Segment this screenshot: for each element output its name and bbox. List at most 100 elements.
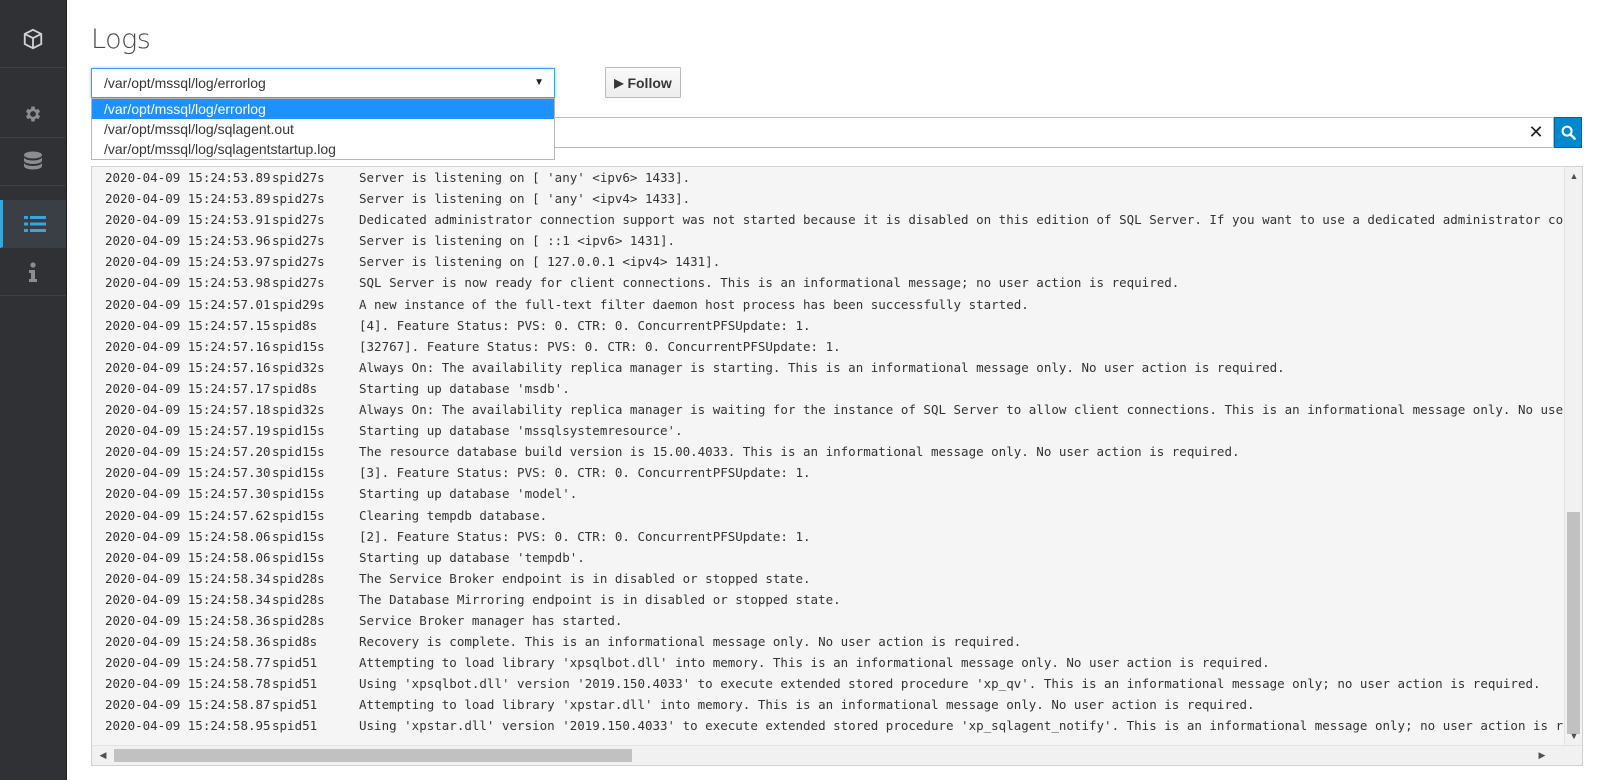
log-file-option[interactable]: /var/opt/mssql/log/errorlog xyxy=(92,99,554,119)
log-file-option[interactable]: /var/opt/mssql/log/sqlagentstartup.log xyxy=(92,139,554,159)
log-line: 2020-04-09 15:24:58.95 spid51 Using 'xpsta… xyxy=(92,715,1564,736)
log-date: 2020-04-09 15:24:58.06 xyxy=(105,549,271,565)
log-spid: spid27s xyxy=(272,212,325,228)
log-message: Clearing tempdb database. xyxy=(359,507,548,523)
log-date: 2020-04-09 15:24:58.77 xyxy=(105,655,271,671)
log-spid: spid15s xyxy=(272,486,325,502)
log-date: 2020-04-09 15:24:57.17 xyxy=(105,380,271,396)
log-date: 2020-04-09 15:24:57.20 xyxy=(105,444,271,460)
close-icon[interactable]: ✕ xyxy=(1525,121,1547,143)
log-file-select[interactable]: /var/opt/mssql/log/errorlog ▼ xyxy=(91,68,555,98)
log-date: 2020-04-09 15:24:57.16 xyxy=(105,359,271,375)
log-spid: spid29s xyxy=(272,296,325,312)
log-date: 2020-04-09 15:24:57.18 xyxy=(105,402,271,418)
log-line: 2020-04-09 15:24:53.97 spid27s Server is l… xyxy=(92,251,1564,272)
log-message: Starting up database 'msdb'. xyxy=(359,380,570,396)
search-button[interactable] xyxy=(1554,117,1582,148)
log-spid: spid15s xyxy=(272,528,325,544)
log-message: Server is listening on [ 127.0.0.1 <ipv4… xyxy=(359,254,721,270)
log-spid: spid15s xyxy=(272,465,325,481)
log-file-option[interactable]: /var/opt/mssql/log/sqlagent.out xyxy=(92,119,554,139)
caret-down-icon: ▼ xyxy=(534,77,544,88)
log-file-select-value: /var/opt/mssql/log/errorlog xyxy=(104,75,266,91)
log-date: 2020-04-09 15:24:57.30 xyxy=(105,486,271,502)
log-message: Starting up database 'model'. xyxy=(359,486,578,502)
log-line: 2020-04-09 15:24:58.06 spid15s Starting up… xyxy=(92,547,1564,568)
log-spid: spid8s xyxy=(272,634,318,650)
horizontal-scrollbar[interactable]: ◀ ▶ xyxy=(92,745,1582,765)
log-message: Always On: The availability replica mana… xyxy=(359,402,1564,418)
horizontal-scroll-thumb[interactable] xyxy=(114,749,632,762)
log-viewer: 2020-04-09 15:24:53.89 spid27s Server is l… xyxy=(91,166,1583,766)
scroll-down-icon[interactable]: ▼ xyxy=(1566,731,1582,741)
vertical-scrollbar[interactable]: ▲ ▼ xyxy=(1564,167,1582,747)
log-spid: spid8s xyxy=(272,317,318,333)
log-date: 2020-04-09 15:24:58.95 xyxy=(105,718,271,734)
log-message: [2]. Feature Status: PVS: 0. CTR: 0. Con… xyxy=(359,528,811,544)
log-date: 2020-04-09 15:24:57.01 xyxy=(105,296,271,312)
log-date: 2020-04-09 15:24:57.16 xyxy=(105,338,271,354)
log-date: 2020-04-09 15:24:58.36 xyxy=(105,612,271,628)
log-message: SQL Server is now ready for client conne… xyxy=(359,275,1180,291)
sidebar-item-info[interactable] xyxy=(0,248,66,296)
database-icon xyxy=(24,151,42,169)
log-line: 2020-04-09 15:24:53.89 spid27s Server is l… xyxy=(92,188,1564,209)
log-message: Attempting to load library 'xpsqlbot.dll… xyxy=(359,655,1270,671)
log-message: The resource database build version is 1… xyxy=(359,444,1240,460)
follow-button-label: Follow xyxy=(627,74,672,91)
log-line: 2020-04-09 15:24:53.98 spid27s SQL Server … xyxy=(92,272,1564,293)
scroll-left-icon[interactable]: ◀ xyxy=(95,750,111,761)
log-date: 2020-04-09 15:24:53.89 xyxy=(105,191,271,207)
log-message: [3]. Feature Status: PVS: 0. CTR: 0. Con… xyxy=(359,465,811,481)
log-message: The Service Broker endpoint is in disabl… xyxy=(359,570,811,586)
log-line: 2020-04-09 15:24:58.78 spid51 Using 'xpsql… xyxy=(92,673,1564,694)
log-date: 2020-04-09 15:24:53.89 xyxy=(105,170,271,185)
log-message: Server is listening on [ ::1 <ipv6> 1431… xyxy=(359,233,676,249)
log-spid: spid28s xyxy=(272,612,325,628)
page-title: Logs xyxy=(91,24,151,55)
vertical-scroll-thumb[interactable] xyxy=(1567,512,1580,734)
log-spid: spid27s xyxy=(272,191,325,207)
log-line: 2020-04-09 15:24:57.30 spid15s Starting up… xyxy=(92,483,1564,504)
log-spid: spid8s xyxy=(272,380,318,396)
log-spid: spid51 xyxy=(272,697,318,713)
log-message: Server is listening on [ 'any' <ipv6> 14… xyxy=(359,170,691,185)
log-spid: spid27s xyxy=(272,170,325,185)
log-date: 2020-04-09 15:24:53.96 xyxy=(105,233,271,249)
log-message: Attempting to load library 'xpstar.dll' … xyxy=(359,697,1255,713)
log-line: 2020-04-09 15:24:53.89 spid27s Server is l… xyxy=(92,167,1564,188)
scroll-up-icon[interactable]: ▲ xyxy=(1566,171,1582,181)
sidebar-item-logs[interactable] xyxy=(0,200,66,248)
log-message: Dedicated administrator connection suppo… xyxy=(359,212,1564,228)
gear-icon xyxy=(25,106,41,121)
log-date: 2020-04-09 15:24:58.06 xyxy=(105,528,271,544)
log-line: 2020-04-09 15:24:58.34 spid28s The Databas… xyxy=(92,589,1564,610)
log-line: 2020-04-09 15:24:57.17 spid8s Starting up … xyxy=(92,378,1564,399)
log-spid: spid51 xyxy=(272,676,318,692)
log-line: 2020-04-09 15:24:57.15 spid8s [4]. Feature… xyxy=(92,315,1564,336)
log-line: 2020-04-09 15:24:53.91 spid27s Dedicated a… xyxy=(92,209,1564,230)
log-lines: 2020-04-09 15:24:53.89 spid27s Server is l… xyxy=(92,167,1564,745)
sidebar-item-settings[interactable] xyxy=(0,90,66,138)
log-line: 2020-04-09 15:24:53.96 spid27s Server is l… xyxy=(92,230,1564,251)
log-date: 2020-04-09 15:24:57.62 xyxy=(105,507,271,523)
info-icon xyxy=(29,261,37,282)
log-line: 2020-04-09 15:24:57.16 spid32s Always On: … xyxy=(92,357,1564,378)
sidebar-item-storage[interactable] xyxy=(0,138,66,186)
log-file-dropdown: /var/opt/mssql/log/errorlog /var/opt/mss… xyxy=(91,98,555,160)
log-spid: spid28s xyxy=(272,570,325,586)
log-line: 2020-04-09 15:24:57.16 spid15s [32767]. Fe… xyxy=(92,336,1564,357)
sidebar-item-overview[interactable] xyxy=(0,10,66,68)
log-date: 2020-04-09 15:24:58.34 xyxy=(105,591,271,607)
scroll-right-icon[interactable]: ▶ xyxy=(1534,750,1550,761)
follow-button[interactable]: ▶ Follow xyxy=(605,67,681,98)
log-message: Service Broker manager has started. xyxy=(359,612,623,628)
log-date: 2020-04-09 15:24:58.78 xyxy=(105,676,271,692)
log-spid: spid27s xyxy=(272,275,325,291)
log-line: 2020-04-09 15:24:57.19 spid15s Starting up… xyxy=(92,420,1564,441)
play-icon: ▶ xyxy=(614,75,624,90)
log-line: 2020-04-09 15:24:57.62 spid15s Clearing te… xyxy=(92,505,1564,526)
log-message: Always On: The availability replica mana… xyxy=(359,359,1285,375)
log-spid: spid27s xyxy=(272,233,325,249)
log-spid: spid51 xyxy=(272,718,318,734)
